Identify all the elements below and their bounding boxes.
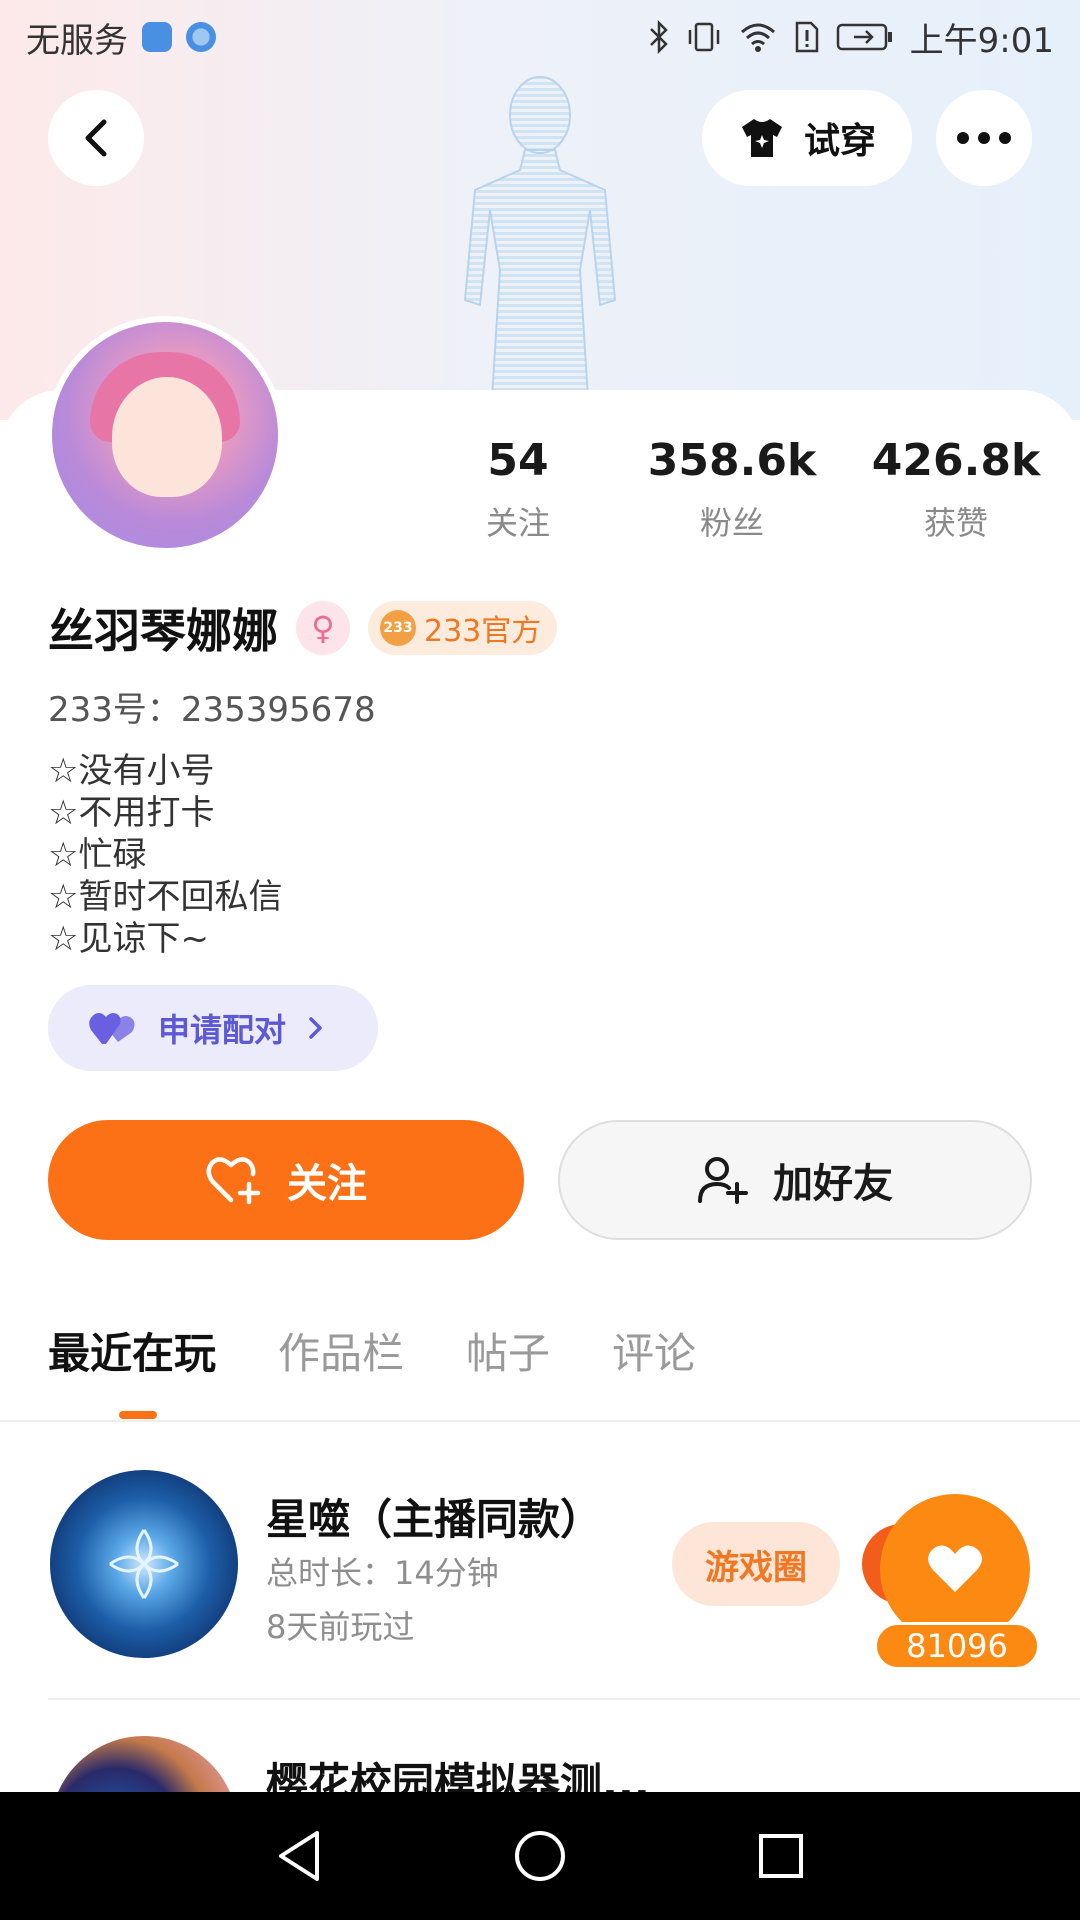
name-row: 丝羽琴娜娜 ♀ 233 233官方 [48, 598, 558, 658]
profile-tabs: 最近在玩 作品栏 帖子 评论 [48, 1320, 696, 1400]
game-circle-button[interactable]: 游戏圈 [672, 1522, 840, 1606]
chevron-left-icon [85, 119, 107, 157]
divider [0, 1420, 1080, 1422]
stat-label: 关注 [485, 504, 550, 542]
bluetooth-icon [649, 20, 668, 54]
heart-plus-icon [206, 1157, 261, 1205]
stat-label: 粉丝 [699, 504, 764, 542]
status-bar: 无服务 上午9:01 [0, 0, 1080, 74]
more-dots-icon [957, 132, 1011, 144]
official-badge-label: 233官方 [424, 614, 542, 649]
tab-works[interactable]: 作品栏 [278, 1320, 404, 1400]
bio-line: ☆不用打卡 [48, 793, 215, 833]
list-item[interactable]: 樱花校园模拟器测... [0, 1736, 1080, 1792]
vibrate-icon [688, 22, 719, 52]
active-tab-indicator [119, 1411, 157, 1419]
nav-home-icon[interactable] [513, 1829, 567, 1883]
avatar-model-silhouette [463, 76, 617, 420]
profile-name: 丝羽琴娜娜 [48, 604, 278, 658]
nav-recents-icon[interactable] [757, 1832, 805, 1880]
stat-value: 54 [487, 435, 549, 486]
game-title: 星噬（主播同款） [266, 1495, 603, 1544]
add-user-icon [698, 1157, 748, 1204]
system-nav-bar [0, 1792, 1080, 1920]
game-icon [50, 1470, 238, 1658]
stat-value: 426.8k [871, 435, 1041, 486]
tab-comments[interactable]: 评论 [612, 1320, 696, 1400]
follow-button[interactable]: 关注 [48, 1120, 524, 1240]
add-friend-label: 加好友 [773, 1161, 893, 1207]
stat-value: 358.6k [647, 435, 817, 486]
shield-icon [142, 22, 172, 52]
female-icon: ♀ [296, 601, 350, 655]
sim-alert-icon [795, 21, 818, 53]
tab-recently-played[interactable]: 最近在玩 [48, 1320, 216, 1400]
bio-line: ☆忙碌 [48, 835, 147, 875]
try-on-button[interactable]: 试穿 [702, 90, 912, 186]
bio-line: ☆见谅下~ [48, 919, 209, 959]
double-heart-icon [89, 1013, 135, 1044]
carrier-text: 无服务 [26, 20, 128, 61]
bio-line: ☆暂时不回私信 [48, 877, 283, 917]
clock-text: 上午9:01 [909, 20, 1054, 61]
game-icon [50, 1736, 238, 1792]
stat-following[interactable]: 54 关注 [418, 432, 618, 544]
add-friend-button[interactable]: 加好友 [558, 1120, 1032, 1240]
profile-stats: 54 关注 358.6k 粉丝 426.8k 获赞 [0, 432, 1080, 552]
stat-followers[interactable]: 358.6k 粉丝 [632, 432, 832, 544]
try-on-label: 试穿 [803, 121, 876, 162]
divider [48, 1698, 1080, 1700]
official-badge[interactable]: 233 233官方 [368, 601, 558, 655]
stat-likes[interactable]: 426.8k 获赞 [856, 432, 1056, 544]
more-options-button[interactable] [936, 90, 1032, 186]
back-button[interactable] [48, 90, 144, 186]
stat-label: 获赞 [923, 504, 988, 542]
game-title: 樱花校园模拟器测... [266, 1759, 650, 1792]
globe-icon [186, 22, 216, 52]
game-last-played: 8天前玩过 [266, 1608, 415, 1646]
tshirt-icon [741, 119, 782, 157]
bio-line: ☆没有小号 [48, 751, 215, 791]
user-id[interactable]: 233号：235395678 [48, 682, 376, 731]
chevron-right-icon [309, 1017, 322, 1039]
tab-posts[interactable]: 帖子 [466, 1320, 550, 1400]
heart-icon [928, 1545, 982, 1592]
game-duration: 总时长：14分钟 [266, 1554, 499, 1592]
request-pair-button[interactable]: 申请配对 [48, 985, 378, 1071]
bio: ☆没有小号 ☆不用打卡 ☆忙碌 ☆暂时不回私信 ☆见谅下~ [48, 750, 282, 960]
nav-back-icon[interactable] [275, 1829, 323, 1883]
battery-icon [836, 23, 892, 51]
like-count: 81096 [874, 1622, 1040, 1670]
request-pair-label: 申请配对 [158, 1011, 287, 1049]
official-233-icon: 233 [380, 610, 416, 646]
follow-label: 关注 [287, 1161, 367, 1207]
wifi-icon [740, 23, 775, 52]
